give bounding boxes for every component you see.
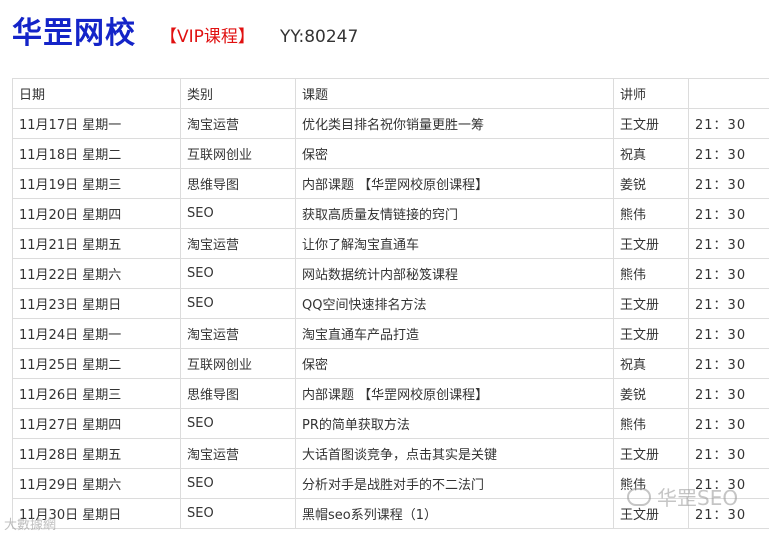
cell-category: SEO [180, 408, 296, 439]
table-row: 11月20日 星期四 SEO 获取高质量友情链接的窍门 熊伟 21：30 [12, 198, 769, 229]
table-row: 11月22日 星期六 SEO 网站数据统计内部秘笈课程 熊伟 21：30 [12, 258, 769, 289]
table-row: 11月26日 星期三 思维导图 内部课题 【华罡网校原创课程】 姜锐 21：30 [12, 378, 769, 409]
cell-topic: 网站数据统计内部秘笈课程 [295, 258, 614, 289]
cell-category: 互联网创业 [180, 138, 296, 169]
cell-category: 淘宝运营 [180, 438, 296, 469]
wechat-icon [627, 487, 651, 506]
column-header-topic: 课题 [295, 78, 614, 109]
table-row: 11月18日 星期二 互联网创业 保密 祝真 21：30 [12, 138, 769, 169]
cell-date: 11月27日 星期四 [12, 408, 181, 439]
cell-lecturer: 王文册 [613, 228, 689, 259]
site-logo[interactable]: 华罡网校 [12, 14, 136, 54]
cell-lecturer: 熊伟 [613, 408, 689, 439]
column-header-lecturer: 讲师 [613, 78, 689, 109]
cell-time: 21：30 [688, 198, 769, 229]
table-row: 11月28日 星期五 淘宝运营 大话首图谈竞争，点击其实是关键 王文册 21：30 [12, 438, 769, 469]
cell-category: SEO [180, 498, 296, 529]
cell-topic: 优化类目排名祝你销量更胜一筹 [295, 108, 614, 139]
cell-topic: 淘宝直通车产品打造 [295, 318, 614, 349]
cell-lecturer: 王文册 [613, 108, 689, 139]
bottom-watermark: 大數據網 [4, 518, 57, 533]
cell-date: 11月25日 星期二 [12, 348, 181, 379]
vip-course-label: 【VIP课程】 [160, 27, 255, 47]
cell-time: 21：30 [688, 168, 769, 199]
cell-lecturer: 王文册 [613, 438, 689, 469]
cell-lecturer: 王文册 [613, 318, 689, 349]
cell-date: 11月23日 星期日 [12, 288, 181, 319]
cell-lecturer: 熊伟 [613, 258, 689, 289]
cell-lecturer: 祝真 [613, 348, 689, 379]
cell-time: 21：30 [688, 108, 769, 139]
table-row: 11月19日 星期三 思维导图 内部课题 【华罡网校原创课程】 姜锐 21：30 [12, 168, 769, 199]
cell-topic: 让你了解淘宝直通车 [295, 228, 614, 259]
table-row: 11月24日 星期一 淘宝运营 淘宝直通车产品打造 王文册 21：30 [12, 318, 769, 349]
cell-date: 11月24日 星期一 [12, 318, 181, 349]
column-header-date: 日期 [12, 78, 181, 109]
cell-lecturer: 姜锐 [613, 378, 689, 409]
cell-time: 21：30 [688, 228, 769, 259]
cell-topic: 内部课题 【华罡网校原创课程】 [295, 378, 614, 409]
cell-category: SEO [180, 288, 296, 319]
cell-topic: 保密 [295, 348, 614, 379]
cell-lecturer: 祝真 [613, 138, 689, 169]
cell-topic: 分析对手是战胜对手的不二法门 [295, 468, 614, 499]
cell-date: 11月26日 星期三 [12, 378, 181, 409]
cell-topic: 黑帽seo系列课程（1） [295, 498, 614, 529]
cell-topic: QQ空间快速排名方法 [295, 288, 614, 319]
page-header: 华罡网校 【VIP课程】 YY:80247 [0, 0, 769, 70]
cell-category: SEO [180, 258, 296, 289]
column-header-time [688, 78, 769, 109]
yy-channel-label: YY:80247 [280, 27, 359, 47]
cell-topic: 保密 [295, 138, 614, 169]
cell-date: 11月17日 星期一 [12, 108, 181, 139]
cell-date: 11月22日 星期六 [12, 258, 181, 289]
table-row: 11月27日 星期四 SEO PR的简单获取方法 熊伟 21：30 [12, 408, 769, 439]
cell-topic: 大话首图谈竞争，点击其实是关键 [295, 438, 614, 469]
cell-time: 21：30 [688, 438, 769, 469]
cell-time: 21：30 [688, 288, 769, 319]
table-row: 11月21日 星期五 淘宝运营 让你了解淘宝直通车 王文册 21：30 [12, 228, 769, 259]
watermark-text: 华罡SEO [657, 486, 739, 510]
cell-category: 淘宝运营 [180, 228, 296, 259]
table-row: 11月25日 星期二 互联网创业 保密 祝真 21：30 [12, 348, 769, 379]
cell-lecturer: 姜锐 [613, 168, 689, 199]
table-body: 11月17日 星期一 淘宝运营 优化类目排名祝你销量更胜一筹 王文册 21：30 11月1… [12, 108, 769, 529]
cell-category: 思维导图 [180, 168, 296, 199]
cell-category: SEO [180, 468, 296, 499]
cell-category: 互联网创业 [180, 348, 296, 379]
cell-date: 11月20日 星期四 [12, 198, 181, 229]
cell-time: 21：30 [688, 138, 769, 169]
cell-topic: 获取高质量友情链接的窍门 [295, 198, 614, 229]
cell-date: 11月21日 星期五 [12, 228, 181, 259]
table-header-row: 日期 类别 课题 讲师 [12, 78, 769, 109]
cell-category: 淘宝运营 [180, 108, 296, 139]
cell-time: 21：30 [688, 408, 769, 439]
cell-date: 11月28日 星期五 [12, 438, 181, 469]
cell-topic: 内部课题 【华罡网校原创课程】 [295, 168, 614, 199]
cell-topic: PR的简单获取方法 [295, 408, 614, 439]
cell-lecturer: 王文册 [613, 288, 689, 319]
column-header-category: 类别 [180, 78, 296, 109]
cell-date: 11月18日 星期二 [12, 138, 181, 169]
cell-lecturer: 熊伟 [613, 198, 689, 229]
cell-date: 11月19日 星期三 [12, 168, 181, 199]
cell-category: 淘宝运营 [180, 318, 296, 349]
cell-date: 11月29日 星期六 [12, 468, 181, 499]
table-row: 11月17日 星期一 淘宝运营 优化类目排名祝你销量更胜一筹 王文册 21：30 [12, 108, 769, 139]
table-row: 11月23日 星期日 SEO QQ空间快速排名方法 王文册 21：30 [12, 288, 769, 319]
course-schedule-table: 日期 类别 课题 讲师 11月17日 星期一 淘宝运营 优化类目排名祝你销量更胜一筹… [12, 78, 769, 529]
cell-time: 21：30 [688, 348, 769, 379]
cell-time: 21：30 [688, 258, 769, 289]
cell-time: 21：30 [688, 378, 769, 409]
cell-category: SEO [180, 198, 296, 229]
cell-category: 思维导图 [180, 378, 296, 409]
cell-time: 21：30 [688, 318, 769, 349]
watermark: 华罡SEO [627, 482, 738, 511]
